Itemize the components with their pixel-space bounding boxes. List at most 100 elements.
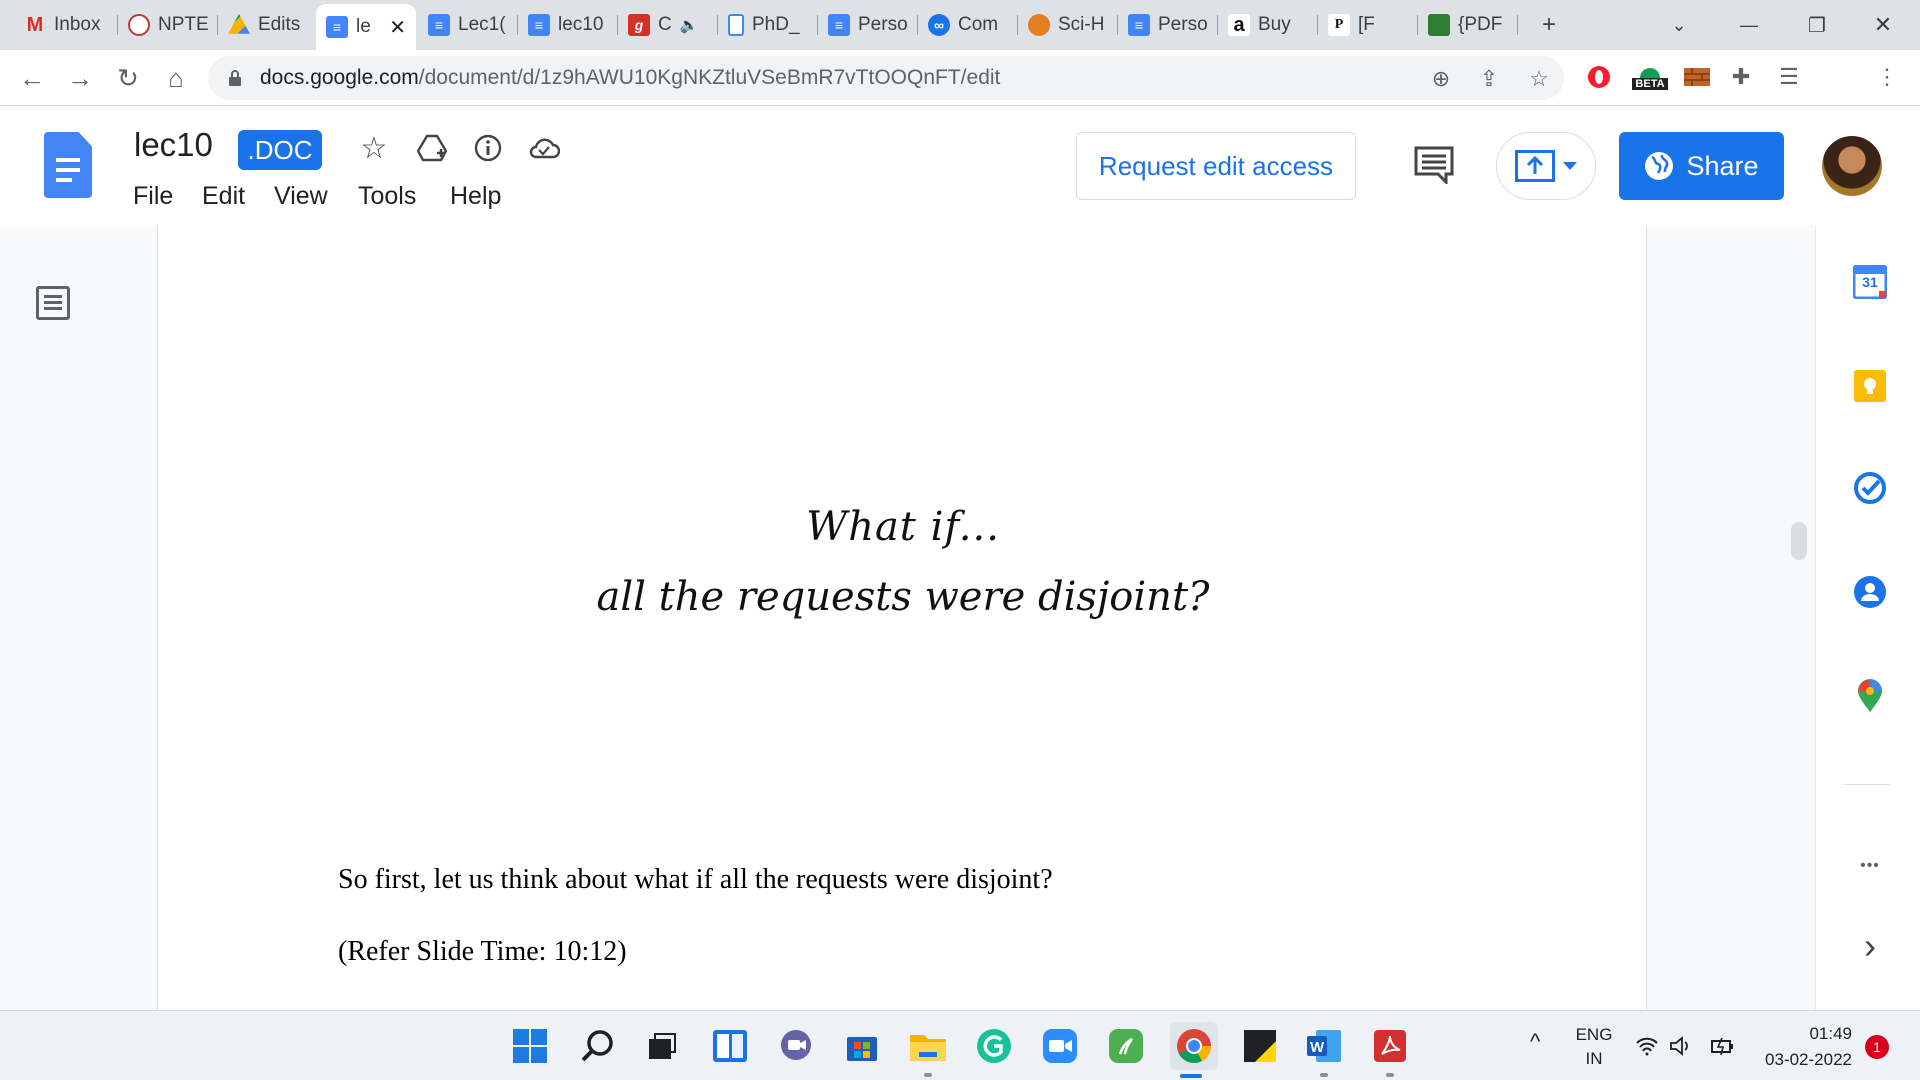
share-button[interactable]: Share bbox=[1619, 132, 1784, 200]
forward-icon[interactable]: → bbox=[62, 60, 98, 96]
lock-icon bbox=[228, 70, 242, 86]
doc-title[interactable]: lec10 bbox=[134, 126, 213, 164]
media-queue-icon[interactable]: ☰ bbox=[1774, 62, 1804, 92]
teams-chat-icon[interactable] bbox=[776, 1026, 816, 1066]
task-view-icon[interactable] bbox=[642, 1026, 682, 1066]
star-icon[interactable]: ☆ bbox=[356, 130, 392, 166]
docs-logo-icon[interactable] bbox=[44, 132, 92, 198]
bookmark-star-icon[interactable]: ☆ bbox=[1524, 64, 1554, 94]
brick-extension-icon[interactable] bbox=[1682, 62, 1712, 92]
tasks-icon[interactable] bbox=[1852, 470, 1888, 506]
widgets-icon[interactable] bbox=[710, 1026, 750, 1066]
address-bar[interactable]: docs.google.com/document/d/1z9hAWU10KgNK… bbox=[208, 56, 1564, 100]
new-tab-button[interactable]: + bbox=[1532, 8, 1566, 42]
tab-inbox[interactable]: M Inbox bbox=[14, 6, 118, 44]
file-icon bbox=[728, 14, 744, 36]
tab-nptel[interactable]: NPTE bbox=[118, 6, 218, 44]
tab-grammarly[interactable]: g C 🔈 bbox=[618, 6, 718, 44]
tab-amazon[interactable]: a Buy bbox=[1218, 6, 1318, 44]
search-icon[interactable] bbox=[578, 1026, 618, 1066]
tab-label: PhD_ bbox=[752, 14, 800, 35]
tab-scihub[interactable]: Sci-H bbox=[1018, 6, 1118, 44]
side-panel: 31 ••• › bbox=[1815, 226, 1920, 1010]
clock-time: 01:49 bbox=[1809, 1024, 1852, 1043]
microsoft-store-icon[interactable] bbox=[842, 1026, 882, 1066]
tab-label: NPTE bbox=[158, 14, 209, 35]
tab-perso[interactable]: ≡ Perso bbox=[818, 6, 918, 44]
present-button[interactable] bbox=[1496, 132, 1596, 200]
zoom-icon[interactable]: ⊕ bbox=[1426, 64, 1456, 94]
grammarly-icon[interactable] bbox=[974, 1026, 1014, 1066]
share-page-icon[interactable]: ⇪ bbox=[1474, 64, 1504, 94]
tab-edits[interactable]: Edits bbox=[218, 6, 318, 44]
chrome-icon[interactable] bbox=[1170, 1022, 1218, 1070]
url-text: docs.google.com/document/d/1z9hAWU10KgNK… bbox=[260, 66, 1001, 89]
browser-menu-icon[interactable]: ⋮ bbox=[1872, 62, 1902, 92]
docs-icon: ≡ bbox=[1128, 14, 1150, 36]
speaker-icon[interactable]: 🔈 bbox=[680, 16, 699, 34]
tab-perso-2[interactable]: ≡ Perso bbox=[1118, 6, 1218, 44]
evernote-icon[interactable] bbox=[1106, 1026, 1146, 1066]
file-explorer-icon[interactable] bbox=[908, 1026, 948, 1066]
restore-icon[interactable]: ❐ bbox=[1800, 8, 1834, 42]
volume-icon[interactable] bbox=[1666, 1026, 1696, 1066]
present-icon bbox=[1515, 150, 1555, 182]
info-icon[interactable] bbox=[470, 130, 506, 166]
back-icon[interactable]: ← bbox=[14, 60, 50, 96]
menu-view[interactable]: View bbox=[274, 182, 328, 211]
acrobat-icon[interactable] bbox=[1370, 1026, 1410, 1066]
tab-label: {PDF bbox=[1458, 14, 1503, 35]
maps-icon[interactable] bbox=[1852, 678, 1888, 714]
wifi-icon[interactable] bbox=[1632, 1026, 1662, 1066]
menu-help[interactable]: Help bbox=[450, 182, 501, 211]
document-outline-icon[interactable] bbox=[36, 286, 70, 320]
reload-icon[interactable]: ↻ bbox=[110, 60, 146, 96]
tab-lec10-2[interactable]: ≡ Lec1( bbox=[418, 6, 518, 44]
tab-pdf[interactable]: {PDF bbox=[1418, 6, 1518, 44]
scihub-icon bbox=[1028, 14, 1050, 36]
tab-book[interactable]: P [F bbox=[1318, 6, 1418, 44]
extensions-puzzle-icon[interactable]: ✚ bbox=[1726, 62, 1756, 92]
sticky-notes-icon[interactable] bbox=[1240, 1026, 1280, 1066]
slide-time-reference: (Refer Slide Time: 10:12) bbox=[338, 936, 627, 967]
close-window-icon[interactable]: ✕ bbox=[1866, 8, 1900, 42]
zoom-app-icon[interactable] bbox=[1040, 1026, 1080, 1066]
windows-start-icon[interactable] bbox=[510, 1026, 550, 1066]
battery-icon[interactable] bbox=[1708, 1026, 1738, 1066]
active-app-indicator bbox=[1180, 1074, 1202, 1078]
browser-toolbar: ← → ↻ ⌂ docs.google.com/document/d/1z9hA… bbox=[0, 50, 1920, 144]
menu-tools[interactable]: Tools bbox=[358, 182, 416, 211]
word-icon[interactable]: W bbox=[1304, 1026, 1344, 1066]
opera-icon[interactable] bbox=[1584, 62, 1614, 92]
clock[interactable]: 01:49 03-02-2022 bbox=[1752, 1024, 1852, 1070]
expand-panel-icon[interactable]: › bbox=[1852, 925, 1888, 966]
calendar-icon[interactable]: 31 bbox=[1852, 264, 1888, 300]
comment-history-icon[interactable] bbox=[1414, 146, 1454, 186]
more-apps-icon[interactable]: ••• bbox=[1852, 848, 1888, 884]
browser-tab-strip: M Inbox NPTE Edits ≡ le ✕ ≡ Lec1( ≡ lec1… bbox=[0, 0, 1920, 50]
document-page[interactable]: What if... all the requests were disjoin… bbox=[157, 226, 1647, 1010]
tab-search-chevron-icon[interactable]: ⌄ bbox=[1662, 8, 1696, 42]
vertical-scrollbar-thumb[interactable] bbox=[1791, 522, 1807, 560]
tab-lec10-3[interactable]: ≡ lec10 bbox=[518, 6, 618, 44]
tab-com[interactable]: ∞ Com bbox=[918, 6, 1018, 44]
tab-lec10-active[interactable]: ≡ le ✕ bbox=[316, 4, 416, 50]
close-tab-icon[interactable]: ✕ bbox=[389, 15, 406, 40]
caret-down-icon bbox=[1563, 162, 1577, 170]
tray-overflow-icon[interactable]: ^ bbox=[1530, 1029, 1540, 1055]
cloud-saved-icon[interactable] bbox=[526, 130, 562, 166]
tab-phd[interactable]: PhD_ bbox=[718, 6, 818, 44]
menu-file[interactable]: File bbox=[133, 182, 173, 211]
contacts-icon[interactable] bbox=[1852, 574, 1888, 610]
account-avatar[interactable] bbox=[1822, 136, 1882, 196]
move-to-drive-icon[interactable] bbox=[414, 130, 450, 166]
language-indicator[interactable]: ENG IN bbox=[1574, 1025, 1614, 1069]
notification-badge[interactable]: 1 bbox=[1865, 1035, 1889, 1059]
request-edit-access-button[interactable]: Request edit access bbox=[1076, 132, 1356, 200]
home-icon[interactable]: ⌂ bbox=[158, 60, 194, 96]
minimize-icon[interactable]: — bbox=[1732, 8, 1766, 42]
keep-icon[interactable] bbox=[1852, 368, 1888, 404]
beta-extension-icon[interactable]: BETA bbox=[1630, 62, 1670, 92]
running-indicator bbox=[1320, 1073, 1328, 1077]
menu-edit[interactable]: Edit bbox=[202, 182, 245, 211]
